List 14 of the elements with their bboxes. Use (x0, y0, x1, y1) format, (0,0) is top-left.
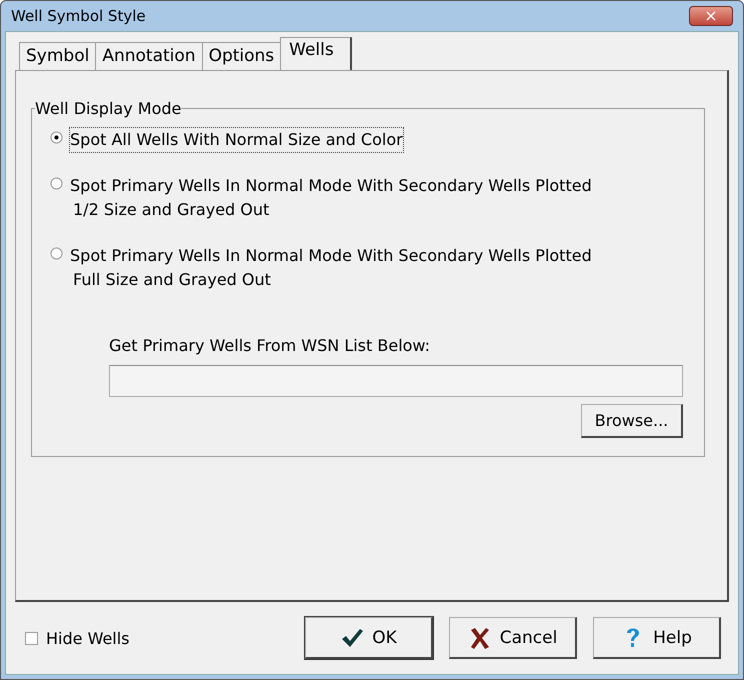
field-label: Get Primary Wells From WSN List Below: (109, 336, 432, 355)
tab[interactable]: Symbol (19, 42, 96, 70)
help-button[interactable]: Help (593, 617, 721, 659)
radio-option[interactable]: Spot All Wells With Normal Size and Color (50, 128, 403, 152)
input-field[interactable] (109, 365, 683, 397)
tab[interactable]: Wells (280, 37, 352, 70)
radio-option[interactable]: Spot Primary Wells In Normal Mode With Secondary Wells Plotted 1/2 Size and Grayed Out (50, 174, 592, 222)
cancel-button[interactable]: Cancel (449, 617, 577, 659)
checkbox-option[interactable]: Hide Wells (25, 628, 130, 648)
group-title: Well Display Mode (35, 99, 182, 118)
browse-button[interactable]: Browse... (581, 404, 683, 438)
radio-option[interactable]: Spot Primary Wells In Normal Mode With Secondary Wells Plotted Full Size and Grayed Out (50, 244, 592, 292)
window-title: Well Symbol Style (11, 7, 146, 25)
ok-button[interactable]: OK (305, 617, 433, 659)
